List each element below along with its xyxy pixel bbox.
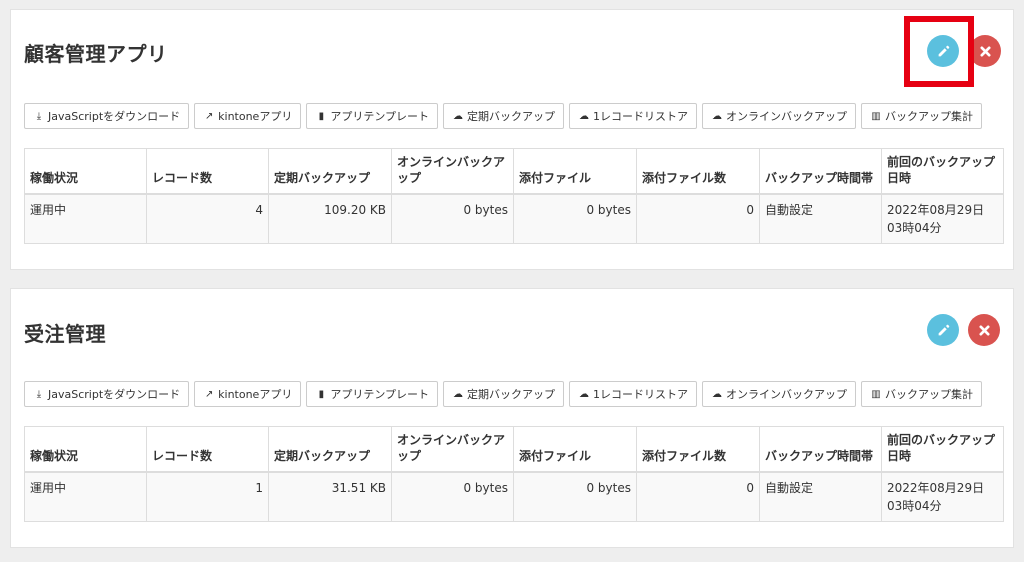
periodic-backup-button[interactable]: ☁ 定期バックアップ — [443, 103, 564, 129]
cell-backup-time: 自動設定 — [759, 193, 882, 244]
cell-online-backup: 0 bytes — [391, 193, 514, 244]
col-last-backup: 前回のバックアップ日時 — [881, 148, 1004, 195]
col-online-backup: オンラインバックアップ — [391, 148, 514, 195]
app-template-button[interactable]: ▮ アプリテンプレート — [306, 381, 438, 407]
table-header-row: 稼働状況 レコード数 定期バックアップ オンラインバックアップ 添付ファイル 添… — [24, 426, 1004, 473]
kintone-app-button[interactable]: ↗ kintoneアプリ — [194, 103, 302, 129]
file-icon: ▮ — [318, 110, 325, 122]
toolbar: ⤓ JavaScriptをダウンロード ↗ kintoneアプリ ▮ アプリテンプレー… — [24, 103, 982, 129]
cloud-icon: ☁ — [579, 388, 589, 400]
edit-button[interactable] — [927, 314, 959, 346]
col-attachments: 添付ファイル — [513, 426, 637, 473]
cell-attachments: 0 bytes — [513, 471, 637, 522]
periodic-backup-button[interactable]: ☁ 定期バックアップ — [443, 381, 564, 407]
cell-record-count: 1 — [146, 471, 269, 522]
app-title: 受注管理 — [24, 322, 106, 346]
app-title: 顧客管理アプリ — [24, 42, 168, 66]
table-row: 運用中 1 31.51 KB 0 bytes 0 bytes 0 自動設定 20… — [24, 471, 1004, 522]
app-panel-customer: 顧客管理アプリ ⤓ JavaScriptをダウンロード ↗ kintoneアプリ ▮… — [10, 9, 1014, 270]
toolbar: ⤓ JavaScriptをダウンロード ↗ kintoneアプリ ▮ アプリテンプレー… — [24, 381, 982, 407]
cloud-icon: ☁ — [579, 110, 589, 122]
cell-status: 運用中 — [24, 471, 147, 522]
col-backup-time: バックアップ時間帯 — [759, 426, 882, 473]
cell-status: 運用中 — [24, 193, 147, 244]
col-periodic-backup: 定期バックアップ — [268, 426, 392, 473]
col-record-count: レコード数 — [146, 148, 269, 195]
download-icon: ⤓ — [36, 388, 42, 400]
one-record-restore-button[interactable]: ☁ 1レコードリストア — [569, 103, 697, 129]
download-js-button[interactable]: ⤓ JavaScriptをダウンロード — [24, 103, 190, 129]
external-link-icon: ↗ — [204, 110, 214, 122]
cloud-icon: ☁ — [712, 388, 722, 400]
cloud-icon: ☁ — [453, 388, 463, 400]
cell-last-backup: 2022年08月29日03時04分 — [881, 193, 1004, 244]
col-status: 稼働状況 — [24, 148, 147, 195]
cell-backup-time: 自動設定 — [759, 471, 882, 522]
kintone-app-button[interactable]: ↗ kintoneアプリ — [194, 381, 302, 407]
col-attachment-count: 添付ファイル数 — [636, 148, 760, 195]
backup-stats-button[interactable]: ▥ バックアップ集計 — [861, 103, 982, 129]
bar-chart-icon: ▥ — [871, 388, 881, 400]
download-icon: ⤓ — [36, 110, 42, 122]
col-record-count: レコード数 — [146, 426, 269, 473]
online-backup-button[interactable]: ☁ オンラインバックアップ — [702, 381, 856, 407]
cell-online-backup: 0 bytes — [391, 471, 514, 522]
pencil-icon — [938, 324, 949, 335]
cloud-icon: ☁ — [453, 110, 463, 122]
cell-record-count: 4 — [146, 193, 269, 244]
cloud-icon: ☁ — [712, 110, 722, 122]
table-row: 運用中 4 109.20 KB 0 bytes 0 bytes 0 自動設定 2… — [24, 193, 1004, 244]
cell-attachments: 0 bytes — [513, 193, 637, 244]
cell-attachment-count: 0 — [636, 471, 760, 522]
app-template-button[interactable]: ▮ アプリテンプレート — [306, 103, 438, 129]
close-icon — [979, 45, 991, 57]
cell-attachment-count: 0 — [636, 193, 760, 244]
backup-stats-button[interactable]: ▥ バックアップ集計 — [861, 381, 982, 407]
one-record-restore-button[interactable]: ☁ 1レコードリストア — [569, 381, 697, 407]
col-attachment-count: 添付ファイル数 — [636, 426, 760, 473]
download-js-button[interactable]: ⤓ JavaScriptをダウンロード — [24, 381, 190, 407]
close-icon — [978, 324, 990, 336]
col-backup-time: バックアップ時間帯 — [759, 148, 882, 195]
col-online-backup: オンラインバックアップ — [391, 426, 514, 473]
app-panel-orders: 受注管理 ⤓ JavaScriptをダウンロード ↗ kintoneアプリ ▮ アプリ… — [10, 288, 1014, 548]
external-link-icon: ↗ — [204, 388, 214, 400]
online-backup-button[interactable]: ☁ オンラインバックアップ — [702, 103, 856, 129]
backup-table: 稼働状況 レコード数 定期バックアップ オンラインバックアップ 添付ファイル 添… — [24, 426, 1004, 522]
file-icon: ▮ — [318, 388, 325, 400]
backup-table: 稼働状況 レコード数 定期バックアップ オンラインバックアップ 添付ファイル 添… — [24, 148, 1004, 244]
highlight-box — [904, 16, 974, 87]
col-attachments: 添付ファイル — [513, 148, 637, 195]
col-periodic-backup: 定期バックアップ — [268, 148, 392, 195]
cell-last-backup: 2022年08月29日03時04分 — [881, 471, 1004, 522]
cell-periodic-backup: 109.20 KB — [268, 193, 392, 244]
col-last-backup: 前回のバックアップ日時 — [881, 426, 1004, 473]
delete-button[interactable] — [968, 314, 1000, 346]
col-status: 稼働状況 — [24, 426, 147, 473]
cell-periodic-backup: 31.51 KB — [268, 471, 392, 522]
bar-chart-icon: ▥ — [871, 110, 881, 122]
table-header-row: 稼働状況 レコード数 定期バックアップ オンラインバックアップ 添付ファイル 添… — [24, 148, 1004, 195]
